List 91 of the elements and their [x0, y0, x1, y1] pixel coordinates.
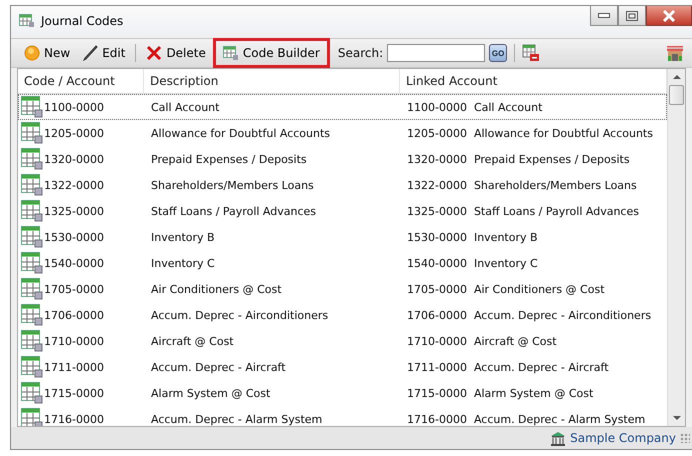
scroll-thumb[interactable]	[669, 85, 684, 105]
table-cell-text: Staff Loans / Payroll Advances	[150, 204, 318, 218]
search-label: Search:	[338, 46, 384, 60]
grid-icon	[21, 122, 43, 144]
grid-icon	[21, 252, 43, 274]
table-cell-text: Prepaid Expenses / Deposits	[150, 152, 308, 166]
table-row[interactable]: 1530-0000 Inventory B 1530-0000 Inventory B	[18, 224, 667, 250]
table-cell: 1716-0000	[44, 412, 104, 426]
company-name[interactable]: Sample Company	[570, 431, 676, 445]
go-button[interactable]: GO	[489, 44, 508, 62]
table-cell-text: 1716-0000 Accum. Deprec - Alarm System	[406, 412, 646, 426]
table-cell-text: Inventory C	[150, 256, 216, 270]
store-icon[interactable]	[666, 44, 684, 62]
table-cell-text: 1320-0000 Prepaid Expenses / Deposits	[406, 152, 631, 166]
table-cell-text: Alarm System @ Cost	[150, 386, 272, 400]
minimize-button[interactable]	[590, 6, 618, 26]
scrollbar[interactable]	[667, 69, 685, 426]
grid-icon	[21, 174, 43, 196]
table-cell-text: Aircraft @ Cost	[150, 334, 235, 348]
table-row[interactable]: 1100-0000 Call Account 1100-0000 Call Account	[18, 94, 667, 120]
close-button[interactable]	[646, 6, 692, 26]
table-row[interactable]: 1205-0000 Allowance for Doubtful Accounts 1205-0000 Allowance for Doubtful Accounts	[18, 120, 667, 146]
table-cell-text: Allowance for Doubtful Accounts	[150, 126, 332, 140]
table-cell-text: Shareholders/Members Loans	[150, 178, 315, 192]
table-row[interactable]: 1325-0000 Staff Loans / Payroll Advances 1325-0000 Staff Loans / Payroll Advances	[18, 198, 667, 224]
delete-icon	[146, 45, 162, 61]
table-cell-text: 1540-0000 Inventory C	[406, 256, 539, 270]
grid-icon	[21, 278, 43, 300]
table-cell-text: 1325-0000 Staff Loans / Payroll Advances	[406, 204, 640, 218]
table-cell-text: 1530-0000 Inventory B	[406, 230, 539, 244]
table-row[interactable]: 1710-0000 Aircraft @ Cost 1710-0000 Aircraft @ Cost	[18, 328, 667, 354]
column-header[interactable]: Code / Account	[18, 69, 144, 93]
column-header[interactable]: Description	[144, 69, 400, 93]
grid-icon	[21, 330, 43, 352]
table-cell-text: Call Account	[150, 100, 220, 114]
bank-icon	[550, 430, 566, 446]
table-cell: 1705-0000	[44, 282, 104, 296]
table-row[interactable]: 1540-0000 Inventory C 1540-0000 Inventory C	[18, 250, 667, 276]
table-row[interactable]: 1711-0000 Accum. Deprec - Aircraft 1711-0000 Accum. Deprec - Aircraft	[18, 354, 667, 380]
table-cell: 1320-0000	[44, 152, 104, 166]
table-cell: 1322-0000	[44, 178, 104, 192]
table-cell-text: 1711-0000 Accum. Deprec - Aircraft	[406, 360, 610, 374]
grid-icon	[21, 226, 43, 248]
table-cell-text: 1100-0000 Call Account	[406, 100, 544, 114]
window-title: Journal Codes	[41, 14, 124, 28]
table-row[interactable]: 1320-0000 Prepaid Expenses / Deposits 1320-0000 Prepaid Expenses / Deposits	[18, 146, 667, 172]
table-row[interactable]: 1715-0000 Alarm System @ Cost 1715-0000 Alarm System @ Cost	[18, 380, 667, 406]
new-button[interactable]: New	[19, 42, 76, 64]
table-cell-text: Accum. Deprec - Airconditioners	[150, 308, 330, 322]
grid-icon	[21, 382, 43, 404]
grid-icon	[21, 356, 43, 378]
edit-button[interactable]: Edit	[77, 42, 130, 64]
table-cell: 1715-0000	[44, 386, 104, 400]
table-cell-text: Accum. Deprec - Alarm System	[150, 412, 324, 426]
table-cell-text: 1706-0000 Accum. Deprec - Airconditioners	[406, 308, 652, 322]
table-cell-text: Inventory B	[150, 230, 216, 244]
resize-grip[interactable]	[680, 433, 690, 443]
grid-icon	[21, 200, 43, 222]
sun-icon	[24, 45, 40, 61]
close-icon	[662, 10, 676, 22]
table-row[interactable]: 1322-0000 Shareholders/Members Loans 1322-0000 Shareholders/Members Loans	[18, 172, 667, 198]
table-cell: 1710-0000	[44, 334, 104, 348]
table-cell: 1706-0000	[44, 308, 104, 322]
table-cell-text: 1715-0000 Alarm System @ Cost	[406, 386, 594, 400]
search-field[interactable]	[387, 44, 486, 62]
table-cell: 1100-0000	[44, 100, 104, 114]
grid-remove-icon[interactable]	[522, 44, 540, 62]
table-cell-text: Air Conditioners @ Cost	[150, 282, 283, 296]
table-row[interactable]: 1705-0000 Air Conditioners @ Cost 1705-0000 Air Conditioners @ Cost	[18, 276, 667, 302]
table-cell: 1711-0000	[44, 360, 104, 374]
minimize-icon	[598, 12, 610, 18]
table-cell: 1540-0000	[44, 256, 104, 270]
maximize-button[interactable]	[618, 6, 646, 26]
table-cell-text: 1322-0000 Shareholders/Members Loans	[406, 178, 638, 192]
table-row[interactable]: 1706-0000 Accum. Deprec - Airconditioners 1706-0000 Accum. Deprec - Airconditioners	[18, 302, 667, 328]
table-cell-text: 1205-0000 Allowance for Doubtful Accounts	[406, 126, 654, 140]
table-cell-text: Accum. Deprec - Aircraft	[150, 360, 287, 374]
grid-icon	[21, 96, 43, 118]
builder-button[interactable]: Code Builder	[212, 38, 330, 68]
pencil-icon	[82, 45, 98, 61]
grid-icon	[21, 304, 43, 326]
maximize-icon	[626, 10, 638, 20]
delete-button[interactable]: Delete	[141, 42, 211, 64]
table-cell: 1205-0000	[44, 126, 104, 140]
table-cell: 1325-0000	[44, 204, 104, 218]
grid-icon	[21, 148, 43, 170]
table-cell-text: 1710-0000 Aircraft @ Cost	[406, 334, 558, 348]
table-cell: 1530-0000	[44, 230, 104, 244]
table-cell-text: 1705-0000 Air Conditioners @ Cost	[406, 282, 606, 296]
grid-icon	[222, 46, 239, 60]
grid-icon	[19, 14, 35, 28]
